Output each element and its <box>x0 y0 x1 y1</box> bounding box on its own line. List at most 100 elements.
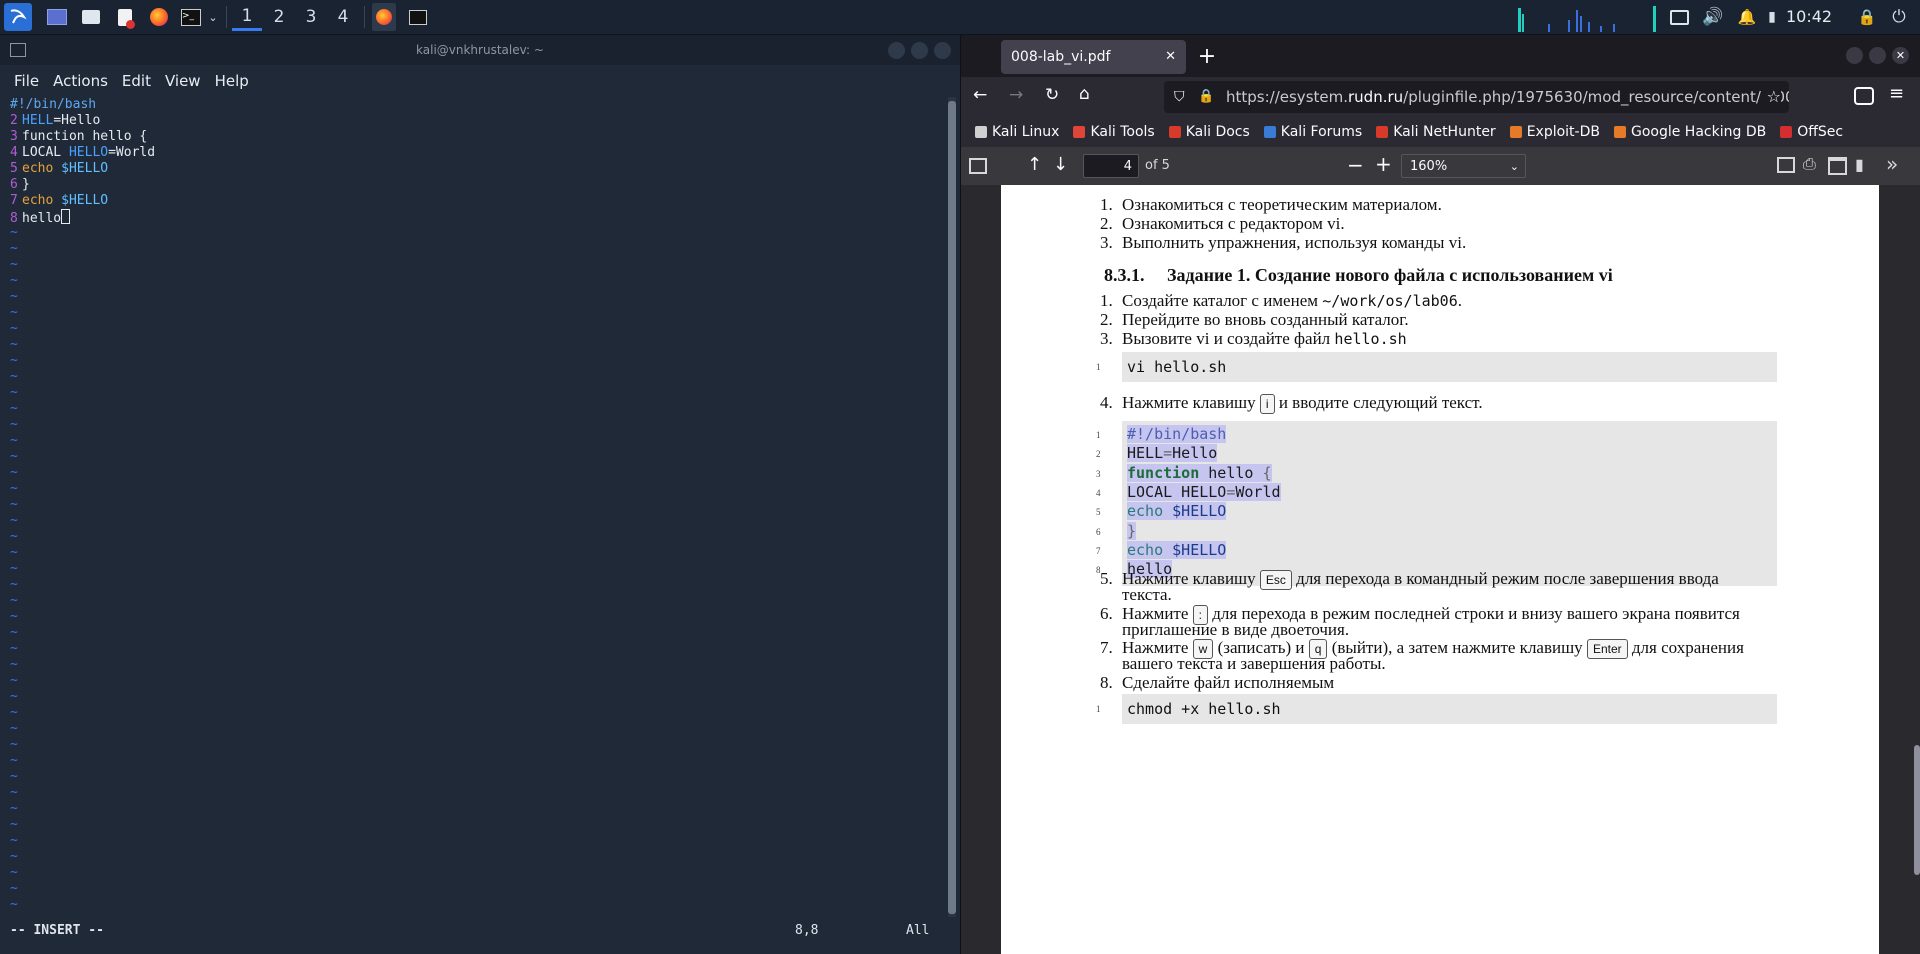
bookmark-item[interactable]: Exploit-DB <box>1509 124 1600 140</box>
volume-icon[interactable]: 🔊 <box>1702 3 1724 31</box>
text-editor-icon[interactable] <box>114 3 136 31</box>
next-page-icon[interactable]: ↓ <box>1053 154 1068 175</box>
doc-text: текста. <box>1122 585 1172 604</box>
empty-line-tilde: ~ <box>10 305 18 320</box>
empty-line-tilde: ~ <box>10 833 18 848</box>
sidebar-toggle-icon[interactable] <box>969 158 987 174</box>
close-button[interactable] <box>934 42 951 59</box>
workspace-2[interactable]: 2 <box>264 3 294 31</box>
pdf-viewer[interactable]: 1. Ознакомиться с теоретическим материало… <box>961 185 1920 954</box>
terminal-scrollbar[interactable] <box>948 97 956 917</box>
code-line: #!/bin/bash <box>1127 425 1227 443</box>
tab-pdf[interactable]: 008-lab_vi.pdf ✕ <box>1001 40 1186 74</box>
new-tab-button[interactable]: + <box>1193 43 1221 71</box>
url-bar[interactable]: ⛉ 🔒 https://esystem.rudn.ru/pluginfile.p… <box>1164 81 1789 113</box>
kali-menu-icon[interactable] <box>4 3 32 31</box>
workspace-4[interactable]: 4 <box>328 3 358 31</box>
firefox-task-icon[interactable] <box>372 3 396 31</box>
bookmark-star-icon[interactable]: ☆ <box>1760 81 1781 113</box>
display-icon[interactable] <box>1668 3 1690 31</box>
zoom-select[interactable]: 160% ⌄ <box>1401 154 1526 178</box>
doc-text: ~/work/os/lab06 <box>1322 292 1458 310</box>
open-file-icon[interactable] <box>1828 157 1847 175</box>
list-text: Ознакомиться с теоретическим материалом. <box>1122 195 1442 214</box>
terminal-window: kali@vnkhrustalev: ~ File Actions Edit V… <box>0 35 961 954</box>
back-icon[interactable]: ← <box>973 85 987 105</box>
doc-line: вашего текста и завершения работы. <box>1122 654 1386 674</box>
url-prefix: https://esystem. <box>1226 88 1348 106</box>
previous-page-icon[interactable]: ↑ <box>1027 154 1042 175</box>
workspace-3[interactable]: 3 <box>296 3 326 31</box>
code-line-number: 1 <box>1096 430 1101 440</box>
empty-line-tilde: ~ <box>10 721 18 736</box>
menu-help[interactable]: Help <box>215 72 249 90</box>
hamburger-menu-icon[interactable]: ≡ <box>1889 83 1904 104</box>
shield-icon[interactable]: ⛉ <box>1174 81 1185 113</box>
vim-line: 5 echo $HELLO <box>0 161 945 177</box>
minimize-button[interactable] <box>888 42 905 59</box>
zoom-out-icon[interactable]: − <box>1347 153 1364 177</box>
menu-file[interactable]: File <box>14 72 39 90</box>
vim-line: 8 hello <box>0 209 945 226</box>
minimize-button[interactable] <box>1846 47 1863 64</box>
workspace-1[interactable]: 1 <box>232 3 262 31</box>
list-number: 1. <box>1100 291 1113 310</box>
bookmark-favicon-icon <box>1263 126 1276 138</box>
terminal-titlebar[interactable]: kali@vnkhrustalev: ~ <box>0 35 960 65</box>
url-path: /pluginfile.php/1975630/mod_resource/con… <box>1403 88 1789 106</box>
desktop-icon[interactable] <box>46 3 68 31</box>
menu-actions[interactable]: Actions <box>53 72 108 90</box>
forward-icon[interactable]: → <box>1009 85 1023 105</box>
battery-icon[interactable]: ▮ <box>1764 3 1780 31</box>
close-icon[interactable]: ✕ <box>1892 47 1909 64</box>
empty-line-tilde: ~ <box>10 337 18 352</box>
vim-line: #!/bin/bash <box>0 97 945 113</box>
firefox-launcher-icon[interactable] <box>148 3 170 31</box>
vim-buffer[interactable]: #!/bin/bash 2 HELL=Hello 3 function hello {4… <box>0 97 945 917</box>
maximize-button[interactable] <box>911 42 928 59</box>
lock-icon[interactable]: 🔒 <box>1856 3 1878 31</box>
notification-bell-icon[interactable]: 🔔 <box>1736 3 1758 31</box>
bookmark-label: Google Hacking DB <box>1630 124 1767 140</box>
pdf-scrollbar[interactable] <box>1914 185 1920 954</box>
pocket-icon[interactable] <box>1854 87 1874 105</box>
bookmark-item[interactable]: Kali Forums <box>1263 124 1362 140</box>
menu-view[interactable]: View <box>165 72 201 90</box>
terminal-launcher-icon[interactable]: >_ <box>180 3 202 31</box>
bookmark-item[interactable]: Kali Docs <box>1168 124 1250 140</box>
terminal-task-icon[interactable] <box>406 3 430 31</box>
code-line: function hello { <box>1127 463 1272 482</box>
file-manager-icon[interactable] <box>80 3 102 31</box>
chevron-down-icon[interactable]: ⌄ <box>206 3 220 31</box>
bookmark-item[interactable]: Kali Tools <box>1073 124 1155 140</box>
tab-close-icon[interactable]: ✕ <box>1165 40 1176 74</box>
bookmark-item[interactable]: Google Hacking DB <box>1613 124 1767 140</box>
bookmark-item[interactable]: OffSec <box>1780 124 1843 140</box>
panel-clock[interactable]: 10:42 <box>1786 0 1832 34</box>
lock-icon[interactable]: 🔒 <box>1198 81 1214 113</box>
empty-line-tilde: ~ <box>10 225 18 240</box>
bookmark-item[interactable]: Kali NetHunter <box>1376 124 1496 140</box>
maximize-button[interactable] <box>1869 47 1886 64</box>
zoom-in-icon[interactable]: + <box>1375 152 1392 176</box>
doc-line: Нажмите клавишу Esc для перехода в коман… <box>1122 569 1719 590</box>
code-token: echo <box>1127 540 1173 559</box>
doc-line: Вызовите vi и создайте файл hello.sh <box>1122 329 1407 349</box>
bookmark-icon[interactable]: ▮ <box>1855 155 1864 174</box>
tools-overflow-icon[interactable]: » <box>1886 152 1898 176</box>
menu-edit[interactable]: Edit <box>122 72 151 90</box>
page-number-input[interactable]: 4 <box>1083 154 1139 178</box>
print-icon[interactable]: ⎙ <box>1803 154 1816 174</box>
doc-text: Создайте каталог с именем <box>1122 291 1323 310</box>
empty-line-tilde: ~ <box>10 241 18 256</box>
list-number: 2. <box>1100 310 1113 329</box>
bookmark-item[interactable]: Kali Linux <box>975 124 1059 140</box>
power-icon[interactable]: ⏻ <box>1888 3 1910 31</box>
presentation-mode-icon[interactable] <box>1777 157 1795 173</box>
list-number: 3. <box>1100 329 1113 348</box>
bookmark-favicon-icon <box>1376 126 1389 138</box>
home-icon[interactable]: ⌂ <box>1079 84 1090 104</box>
reload-icon[interactable]: ↻ <box>1045 85 1059 105</box>
code-line: echo $HELLO <box>1127 540 1227 559</box>
panel-separator <box>226 6 227 28</box>
